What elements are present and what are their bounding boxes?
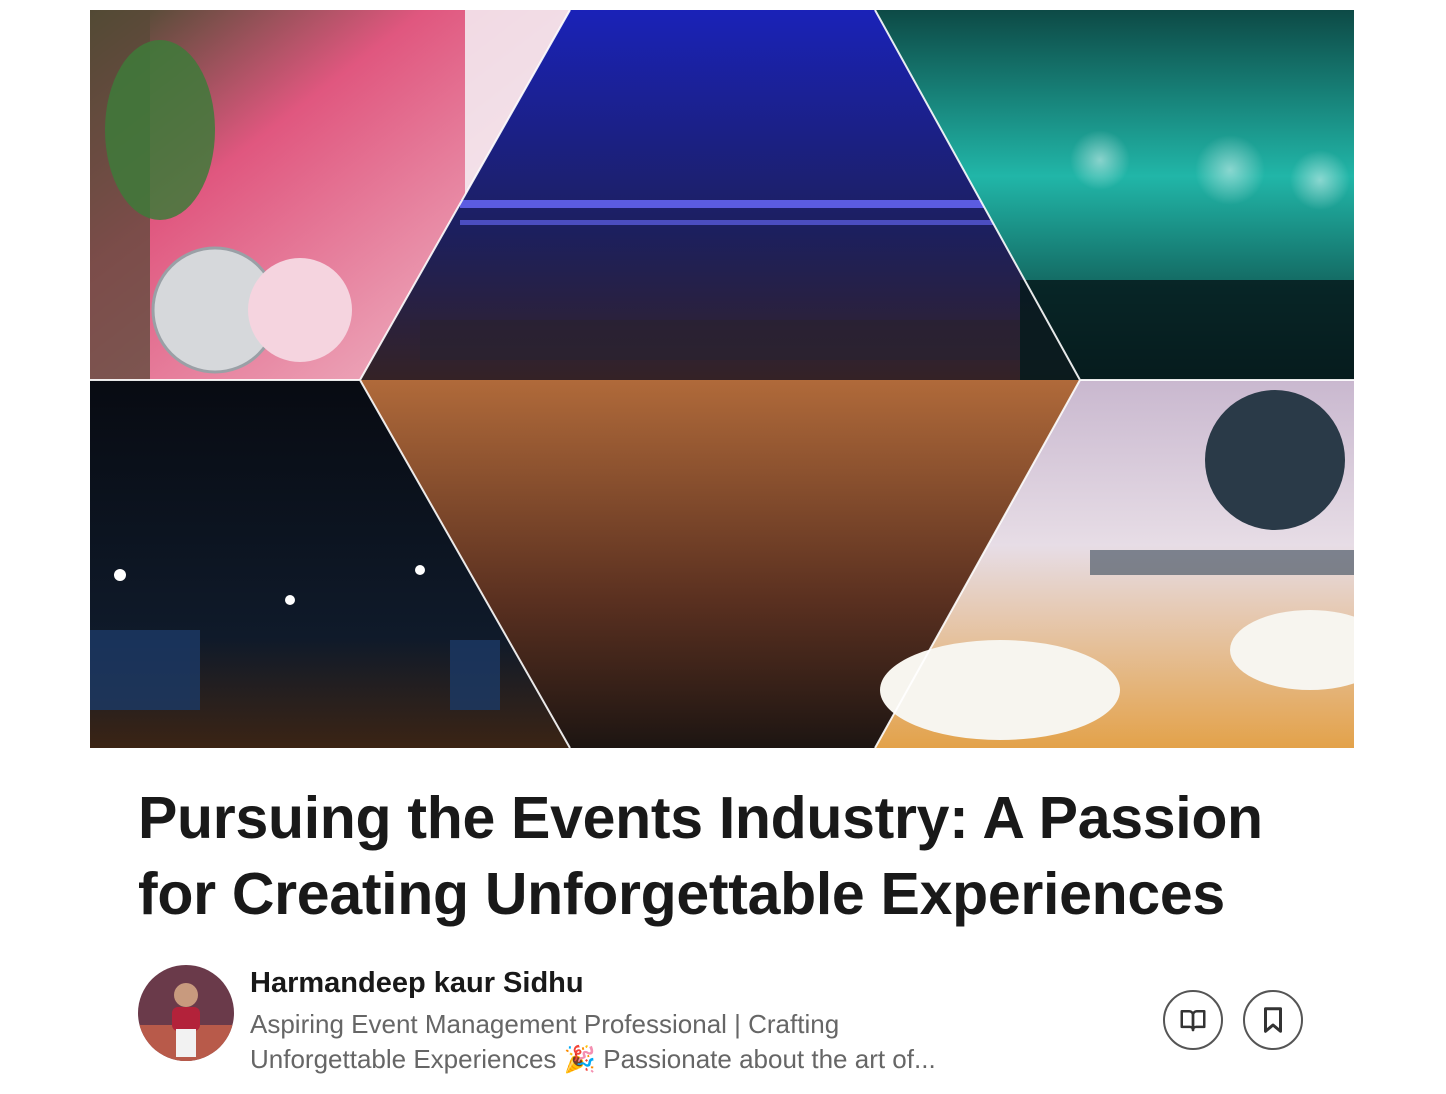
open-book-icon bbox=[1180, 1010, 1206, 1032]
bookmark-icon bbox=[1264, 1007, 1282, 1033]
author-headline: Aspiring Event Management Professional |… bbox=[250, 1007, 1030, 1077]
article-cover-image bbox=[90, 10, 1354, 748]
author-avatar[interactable] bbox=[138, 965, 234, 1061]
save-button[interactable] bbox=[1243, 990, 1303, 1050]
author-info: Harmandeep kaur Sidhu Aspiring Event Man… bbox=[138, 965, 1318, 1075]
author-name[interactable]: Harmandeep kaur Sidhu bbox=[250, 967, 584, 1000]
cover-collage bbox=[90, 10, 1354, 748]
article-header: Pursuing the Events Industry: A Passion … bbox=[0, 0, 1446, 1094]
author-headline-line2: Unforgettable Experiences 🎉 Passionate a… bbox=[250, 1044, 936, 1074]
article-title: Pursuing the Events Industry: A Passion … bbox=[138, 785, 1263, 927]
author-headline-line1: Aspiring Event Management Professional |… bbox=[250, 1009, 840, 1039]
read-button[interactable] bbox=[1163, 990, 1223, 1050]
